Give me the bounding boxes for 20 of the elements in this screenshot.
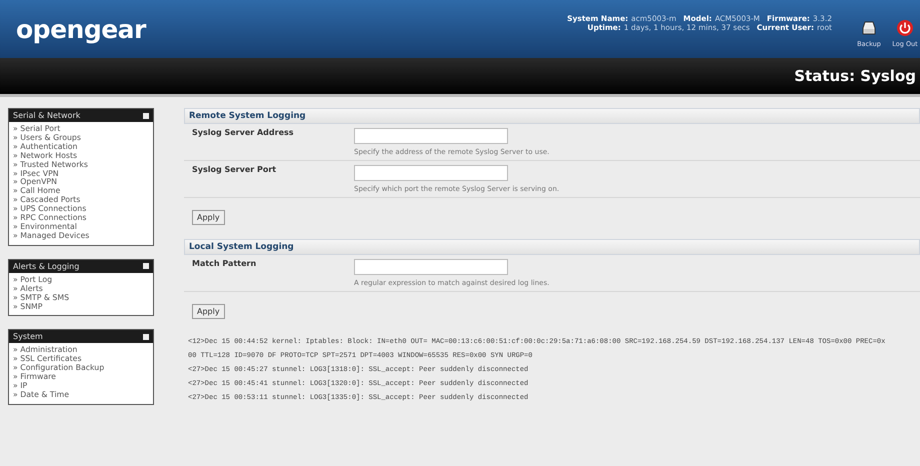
field-label: Syslog Server Port: [192, 165, 278, 176]
apply-button[interactable]: Apply: [192, 304, 225, 319]
section-title: Remote System Logging: [189, 111, 306, 121]
power-icon: [896, 18, 914, 36]
text-field[interactable]: [354, 259, 508, 275]
apply-button[interactable]: Apply: [192, 210, 225, 225]
logo: opengear: [16, 14, 148, 44]
text-field[interactable]: [354, 165, 508, 181]
field-label: Syslog Server Address: [192, 128, 295, 139]
panel-title: Alerts & Logging: [13, 262, 80, 271]
collapse-icon[interactable]: [143, 112, 149, 118]
panel-title: Serial & Network: [13, 111, 80, 120]
text-field[interactable]: [354, 128, 508, 144]
field-label: Match Pattern: [192, 259, 258, 270]
collapse-icon[interactable]: [143, 263, 149, 270]
drive-icon: [860, 18, 878, 36]
page-title: Status: Syslog: [794, 67, 916, 85]
panel-title: System: [13, 332, 43, 342]
collapse-icon[interactable]: [143, 334, 149, 340]
section-title: Local System Logging: [189, 242, 294, 252]
